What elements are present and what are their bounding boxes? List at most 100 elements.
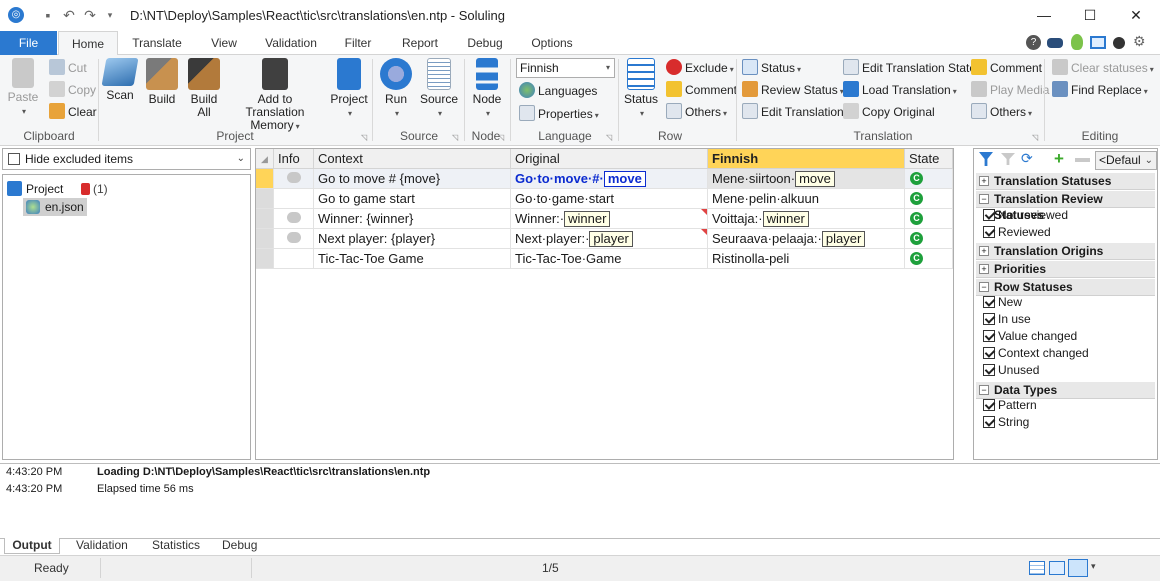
context-cell[interactable]: Go to move # {move} (314, 169, 511, 189)
properties-button[interactable]: Properties ▾ (519, 104, 599, 124)
language-select[interactable]: Finnish ▾ (516, 58, 615, 78)
quick-access-menu-icon[interactable]: ▾ (102, 7, 118, 23)
translation-cell[interactable]: Ristinolla-peli (708, 249, 905, 269)
copy-button[interactable]: Copy (49, 80, 96, 100)
source-button[interactable]: Source ▾ (419, 58, 459, 120)
filter-clear-icon[interactable] (1001, 153, 1015, 165)
copy-original-button[interactable]: Copy Original (843, 102, 935, 122)
checkbox-reviewed[interactable]: Reviewed (983, 224, 1051, 241)
checkbox-pattern[interactable]: Pattern (983, 397, 1037, 414)
build-all-button[interactable]: Build All (185, 58, 223, 119)
split-view-icon[interactable] (1068, 559, 1088, 577)
section-priorities[interactable]: + Priorities (976, 261, 1155, 278)
col-finnish-header[interactable]: Finnish (708, 149, 905, 169)
play-media-button[interactable]: Play Media (971, 80, 1049, 100)
translation-comment-button[interactable]: Comment (971, 58, 1042, 78)
row-selector[interactable] (256, 169, 274, 189)
translation-cell[interactable]: Seuraava·pelaaja:· player (708, 229, 905, 249)
tab-report[interactable]: Report (394, 31, 446, 55)
filter-icon[interactable] (979, 152, 993, 166)
context-cell[interactable]: Tic-Tac-Toe Game (314, 249, 511, 269)
help-icon[interactable]: ? (1026, 35, 1041, 50)
grid-view-icon[interactable] (1029, 561, 1045, 575)
remove-icon[interactable] (1075, 158, 1090, 162)
tab-validation-output[interactable]: Validation (76, 538, 128, 554)
translation-launcher-icon[interactable]: ◹ (1032, 133, 1038, 142)
edit-translation-state-button[interactable]: Edit Translation State (843, 58, 976, 78)
tab-translate[interactable]: Translate (124, 31, 190, 55)
settings-gear-icon[interactable]: ⚙ (1133, 33, 1146, 50)
exclude-button[interactable]: Exclude ▾ (666, 58, 734, 78)
edit-translation-button[interactable]: Edit Translation (742, 102, 844, 122)
checkbox-in-use[interactable]: In use (983, 311, 1031, 328)
tab-file[interactable]: File (0, 31, 57, 55)
tree-item-en-json[interactable]: en.json (23, 198, 87, 216)
row-selector[interactable] (256, 229, 274, 249)
checkbox-value-changed[interactable]: Value changed (983, 328, 1077, 345)
load-translation-button[interactable]: Load Translation ▾ (843, 80, 957, 100)
lightbulb-icon[interactable] (1071, 34, 1083, 50)
col-context-header[interactable]: Context (314, 149, 511, 169)
source-launcher-icon[interactable]: ◹ (452, 133, 458, 142)
add-to-translation-memory-button[interactable]: Add to Translation Memory ▾ (227, 58, 323, 133)
tab-view[interactable]: View (198, 31, 250, 55)
run-button[interactable]: Run ▾ (378, 58, 414, 120)
col-state-header[interactable]: State (905, 149, 953, 169)
bomb-icon[interactable] (1113, 37, 1125, 49)
cut-button[interactable]: Cut (49, 58, 87, 78)
section-translation-statuses[interactable]: + Translation Statuses (976, 173, 1155, 190)
row-selector[interactable] (256, 189, 274, 209)
filter-select[interactable]: Hide excluded items ⌄ (2, 148, 251, 170)
section-review-statuses[interactable]: − Translation Review Statuses (976, 191, 1155, 222)
tab-home[interactable]: Home (58, 31, 118, 56)
project-launcher-icon[interactable]: ◹ (361, 133, 367, 142)
tab-validation[interactable]: Validation (258, 31, 324, 55)
tab-filter[interactable]: Filter (336, 31, 380, 55)
checkbox-new[interactable]: New (983, 294, 1022, 311)
filter-preset-select[interactable]: <Defaul ⌄ (1095, 151, 1157, 170)
project-button[interactable]: Project ▾ (328, 58, 370, 120)
checkbox-unused[interactable]: Unused (983, 362, 1039, 379)
row-selector[interactable] (256, 209, 274, 229)
original-cell[interactable]: Winner:· winner (511, 209, 708, 229)
monitor-icon[interactable] (1090, 36, 1106, 49)
build-button[interactable]: Build (144, 58, 180, 106)
col-original-header[interactable]: Original (511, 149, 708, 169)
binoculars-icon[interactable] (1047, 38, 1063, 48)
row-others-button[interactable]: Others ▾ (666, 102, 727, 122)
row-selector[interactable] (256, 249, 274, 269)
language-launcher-icon[interactable]: ◹ (606, 133, 612, 142)
row-status-button[interactable]: Status ▾ (622, 58, 660, 120)
checkbox-not-reviewed[interactable]: Not reviewed (983, 207, 1068, 224)
col-info-header[interactable]: Info (274, 149, 314, 169)
tab-output[interactable]: Output (4, 538, 60, 554)
tab-statistics[interactable]: Statistics (152, 538, 200, 554)
minimize-button[interactable]: — (1021, 0, 1067, 31)
translation-status-button[interactable]: Status ▾ (742, 58, 801, 78)
redo-icon[interactable]: ↷ (82, 7, 98, 23)
translation-cell[interactable]: Mene·siirtoon· move (708, 169, 905, 189)
clear-statuses-button[interactable]: Clear statuses ▾ (1052, 58, 1154, 78)
add-icon[interactable]: + (1054, 150, 1064, 167)
review-status-button[interactable]: Review Status ▾ (742, 80, 844, 100)
node-button[interactable]: Node ▾ (468, 58, 506, 120)
find-replace-button[interactable]: Find Replace ▾ (1052, 80, 1148, 100)
translation-others-button[interactable]: Others ▾ (971, 102, 1032, 122)
translation-cell[interactable]: Voittaja:· winner (708, 209, 905, 229)
tab-options[interactable]: Options (525, 31, 579, 55)
translation-cell[interactable]: Mene·pelin·alkuun (708, 189, 905, 209)
context-cell[interactable]: Go to game start (314, 189, 511, 209)
form-view-icon[interactable] (1049, 561, 1065, 575)
chevron-down-icon[interactable]: ▾ (1091, 561, 1096, 572)
tab-debug[interactable]: Debug (461, 31, 509, 55)
checkbox-string[interactable]: String (983, 414, 1029, 431)
clear-button[interactable]: Clear (49, 102, 97, 122)
context-cell[interactable]: Next player: {player} (314, 229, 511, 249)
node-launcher-icon[interactable]: ◹ (498, 133, 504, 142)
original-cell[interactable]: Go·to·game·start (511, 189, 708, 209)
checkbox-context-changed[interactable]: Context changed (983, 345, 1089, 362)
paste-button[interactable]: Paste ▾ (4, 58, 42, 118)
original-cell[interactable]: Tic-Tac-Toe·Game (511, 249, 708, 269)
languages-button[interactable]: Languages (519, 81, 597, 101)
original-cell[interactable]: Next·player:· player (511, 229, 708, 249)
